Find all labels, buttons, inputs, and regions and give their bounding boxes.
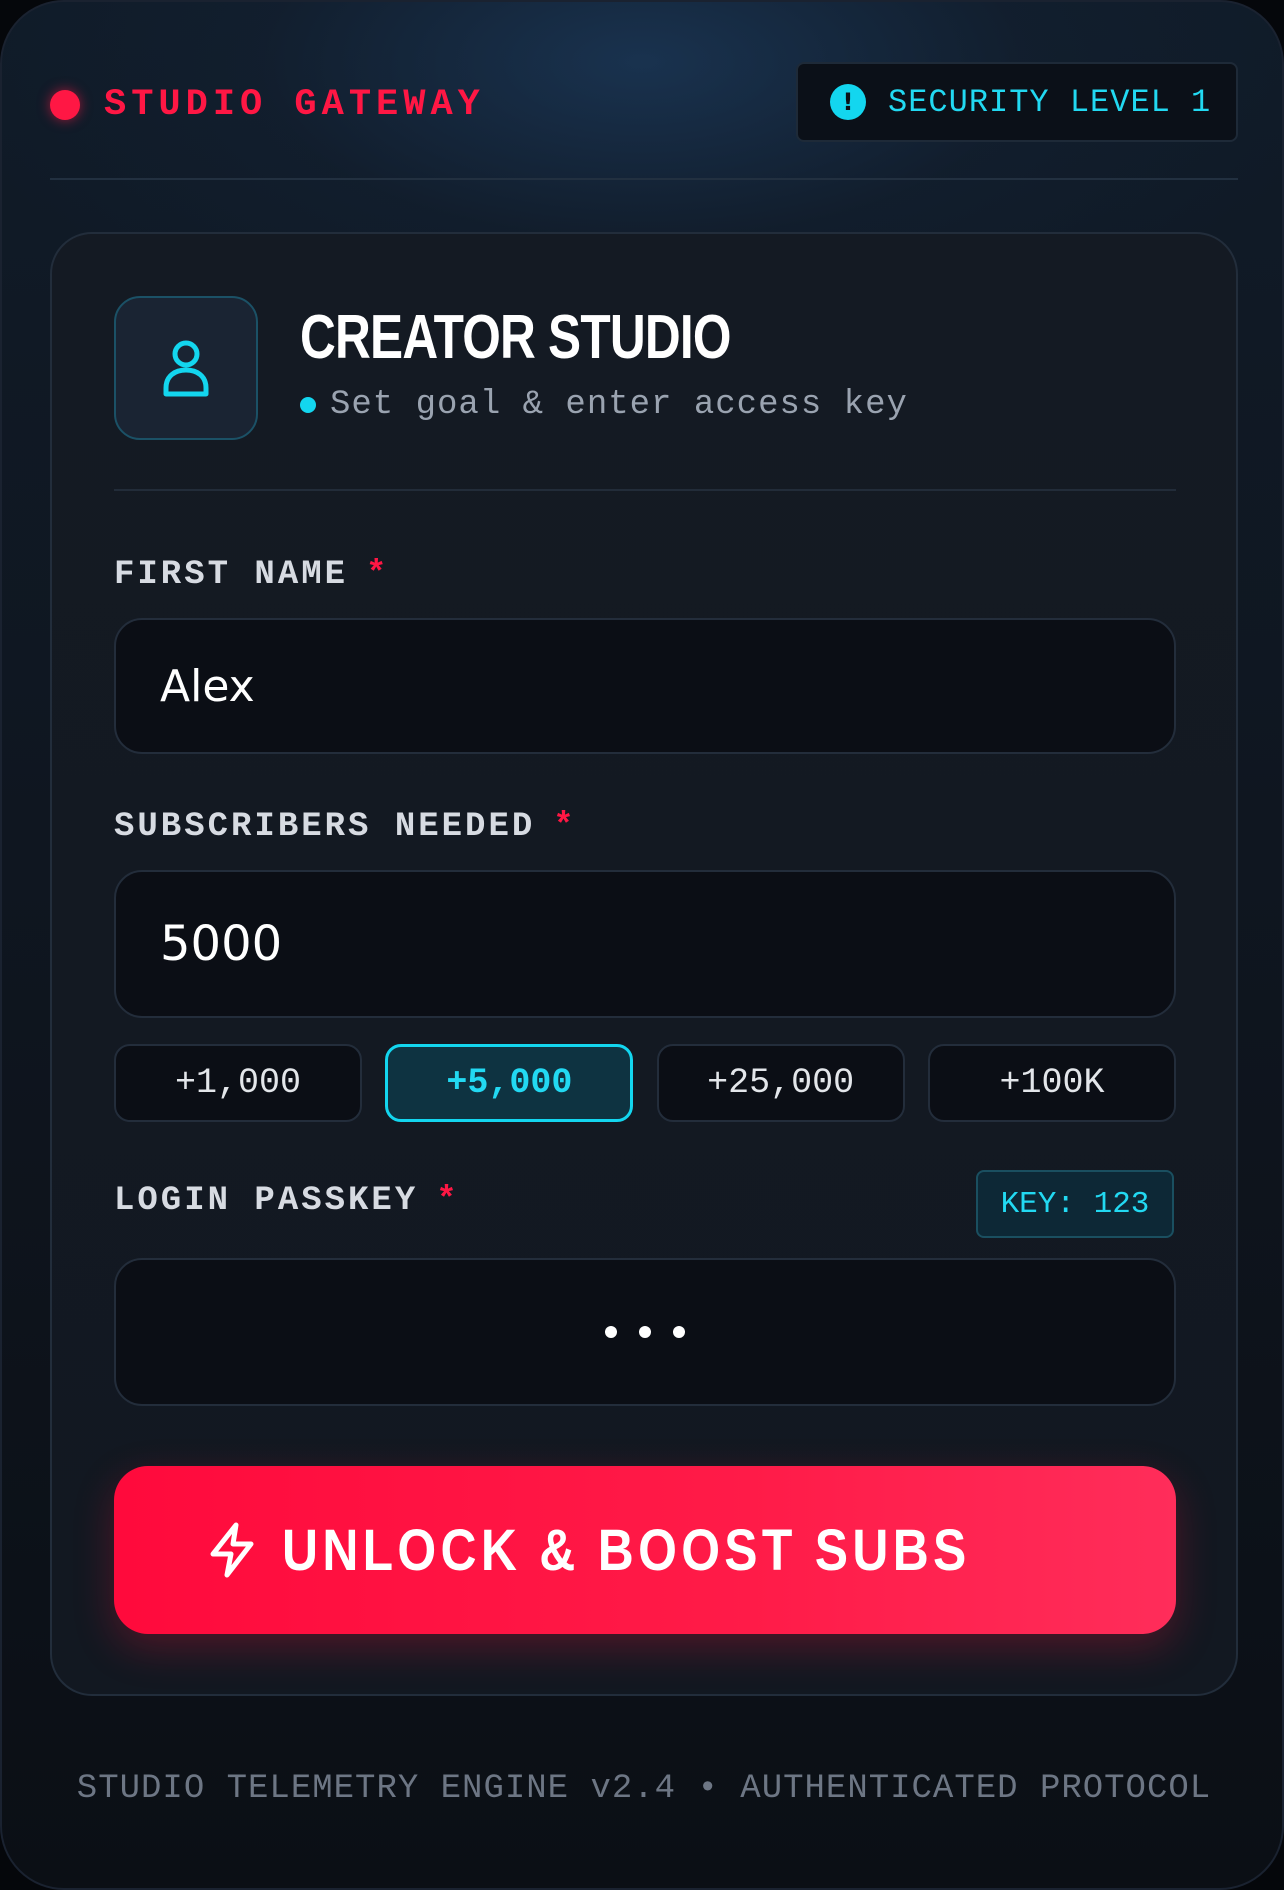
key-hint-badge: KEY: 123	[976, 1170, 1174, 1238]
app-window: STUDIO GATEWAY ! SECURITY LEVEL 1 CREATO…	[0, 0, 1284, 1890]
subscribers-label-text: SUBSCRIBERS NEEDED	[114, 808, 536, 846]
page-title: CREATOR STUDIO	[300, 303, 731, 372]
first-name-value: Alex	[160, 660, 255, 712]
passkey-dot	[605, 1326, 617, 1338]
avatar	[114, 296, 258, 440]
card-divider	[114, 489, 1176, 491]
required-marker: *	[366, 556, 390, 594]
passkey-label-text: LOGIN PASSKEY	[114, 1182, 419, 1220]
passkey-dot	[673, 1326, 685, 1338]
passkey-label: LOGIN PASSKEY *	[114, 1182, 460, 1220]
passkey-field[interactable]	[114, 1258, 1176, 1406]
security-level-badge: ! SECURITY LEVEL 1	[796, 62, 1238, 142]
preset-5000-button[interactable]: +5,000	[385, 1044, 634, 1122]
user-icon	[163, 340, 209, 397]
subscriber-presets: +1,000 +5,000 +25,000 +100K	[114, 1044, 1176, 1122]
subscribers-label: SUBSCRIBERS NEEDED *	[114, 808, 577, 846]
required-marker: *	[436, 1182, 460, 1220]
footer-text: STUDIO TELEMETRY ENGINE v2.4 • AUTHENTIC…	[76, 1770, 1212, 1808]
first-name-field[interactable]: Alex	[114, 618, 1176, 754]
required-marker: *	[553, 808, 577, 846]
subtitle-row: Set goal & enter access key	[300, 386, 908, 424]
unlock-boost-label: UNLOCK & BOOST SUBS	[281, 1517, 971, 1583]
alert-circle-icon: !	[830, 84, 866, 120]
preset-25000-button[interactable]: +25,000	[656, 1044, 905, 1122]
header-divider	[50, 178, 1238, 180]
brand-title: STUDIO GATEWAY	[104, 84, 485, 126]
security-level-text: SECURITY LEVEL 1	[888, 83, 1212, 121]
login-card: CREATOR STUDIO Set goal & enter access k…	[50, 232, 1238, 1696]
first-name-label-text: FIRST NAME	[114, 556, 349, 594]
first-name-label: FIRST NAME *	[114, 556, 389, 594]
unlock-boost-button[interactable]: UNLOCK & BOOST SUBS	[114, 1466, 1176, 1634]
lightning-bolt-icon	[208, 1522, 256, 1578]
status-dot-icon	[50, 90, 80, 120]
passkey-dot	[639, 1326, 651, 1338]
top-bar: STUDIO GATEWAY ! SECURITY LEVEL 1	[50, 62, 1238, 182]
page-subtitle: Set goal & enter access key	[330, 386, 908, 424]
subscribers-value: 5000	[160, 916, 283, 972]
indicator-dot-icon	[300, 397, 316, 413]
brand: STUDIO GATEWAY	[50, 84, 485, 126]
masked-passkey	[116, 1326, 1174, 1338]
preset-100k-button[interactable]: +100K	[927, 1044, 1176, 1122]
preset-1000-button[interactable]: +1,000	[114, 1044, 362, 1122]
subscribers-field[interactable]: 5000	[114, 870, 1176, 1018]
